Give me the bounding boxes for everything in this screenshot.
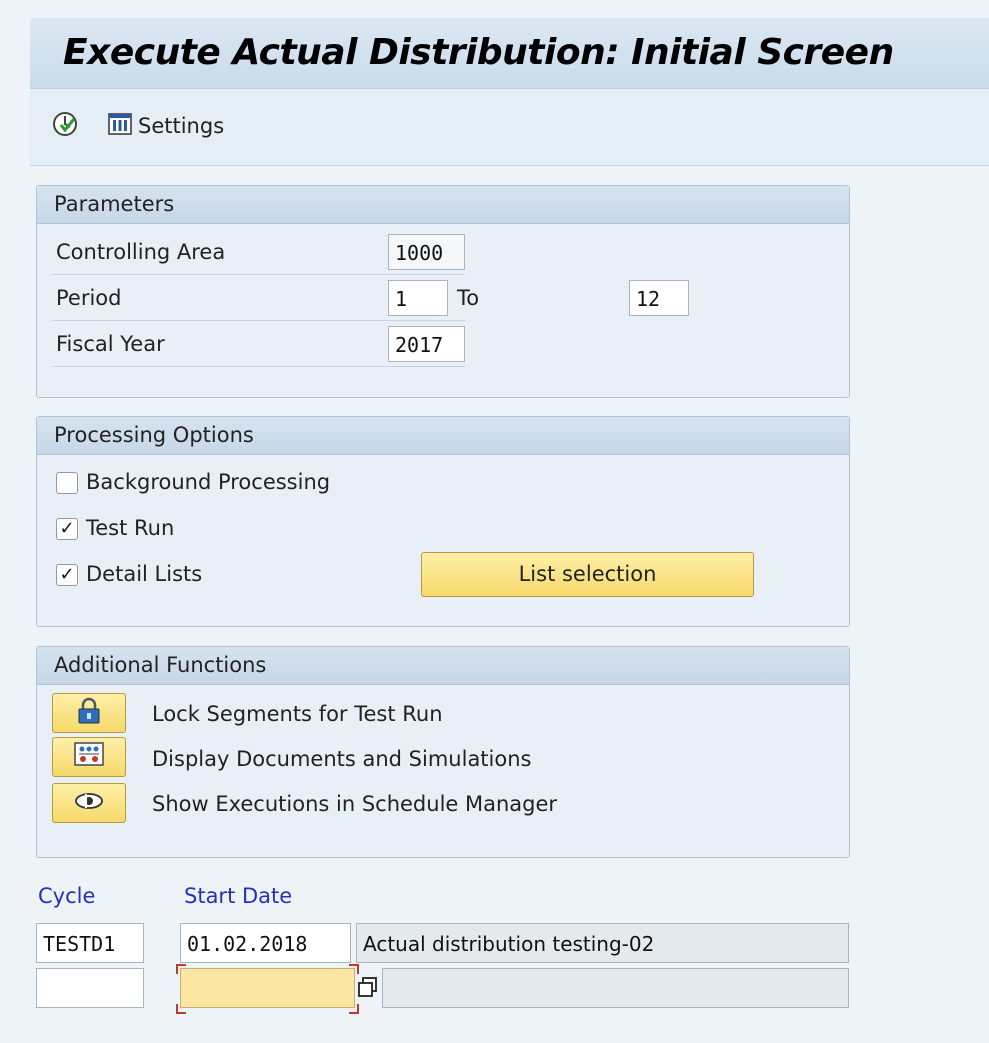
row-divider: [52, 274, 465, 275]
parameters-group: Parameters Controlling Area 1000 Period …: [36, 185, 850, 398]
period-label: Period: [56, 286, 122, 310]
parameters-header: Parameters: [37, 186, 849, 224]
schedule-manager-label: Show Executions in Schedule Manager: [152, 792, 558, 816]
documents-icon: [74, 741, 104, 773]
settings-icon: [108, 112, 132, 141]
start-date-field[interactable]: 01.02.2018: [180, 923, 351, 963]
cycle-description-field: [382, 968, 849, 1008]
list-selection-button[interactable]: List selection: [421, 552, 754, 597]
settings-label: Settings: [138, 114, 225, 138]
detail-lists-label: Detail Lists: [86, 562, 203, 586]
cycle-column-header: Cycle: [38, 884, 96, 908]
row-divider: [52, 366, 465, 367]
lock-segments-label: Lock Segments for Test Run: [152, 702, 443, 726]
schedule-manager-button[interactable]: [52, 783, 126, 823]
period-to-field[interactable]: 12: [629, 280, 689, 316]
page-title: Execute Actual Distribution: Initial Scr…: [63, 32, 894, 73]
application-toolbar: Settings: [30, 89, 989, 166]
fiscal-year-field[interactable]: 2017: [388, 326, 465, 362]
period-from-field[interactable]: 1: [388, 280, 448, 316]
cycle-field[interactable]: TESTD1: [36, 923, 144, 963]
display-documents-button[interactable]: [52, 737, 126, 777]
additional-functions-header: Additional Functions: [37, 647, 849, 685]
row-divider: [52, 320, 465, 321]
display-documents-label: Display Documents and Simulations: [152, 747, 532, 771]
copy-icon[interactable]: [357, 976, 379, 998]
execute-icon: [52, 111, 78, 141]
start-date-field-focused[interactable]: [180, 968, 355, 1008]
focus-corner: [176, 964, 186, 974]
period-to-label: To: [457, 286, 480, 310]
title-bar: Execute Actual Distribution: Initial Scr…: [30, 18, 989, 89]
controlling-area-label: Controlling Area: [56, 240, 226, 264]
background-processing-label: Background Processing: [86, 470, 331, 494]
background-processing-checkbox[interactable]: [56, 472, 78, 494]
cycle-field[interactable]: [36, 968, 144, 1008]
execute-button[interactable]: [52, 111, 82, 141]
processing-options-group: Processing Options Background Processing…: [36, 416, 850, 627]
lock-segments-button[interactable]: [52, 693, 126, 733]
detail-lists-checkbox[interactable]: ✓: [56, 564, 78, 586]
settings-button[interactable]: Settings: [108, 111, 224, 141]
lock-icon: [76, 697, 102, 729]
additional-functions-group: Additional Functions Lock Segments for T…: [36, 646, 850, 858]
controlling-area-field[interactable]: 1000: [388, 234, 465, 270]
test-run-label: Test Run: [86, 516, 175, 540]
start-date-column-header: Start Date: [184, 884, 293, 908]
test-run-checkbox[interactable]: ✓: [56, 518, 78, 540]
cycle-description-field: Actual distribution testing-02: [356, 923, 849, 963]
schedule-manager-icon: [74, 791, 104, 815]
focus-corner: [349, 1004, 359, 1014]
processing-options-header: Processing Options: [37, 417, 849, 455]
focus-corner: [349, 964, 359, 974]
focus-corner: [176, 1004, 186, 1014]
fiscal-year-label: Fiscal Year: [56, 332, 165, 356]
